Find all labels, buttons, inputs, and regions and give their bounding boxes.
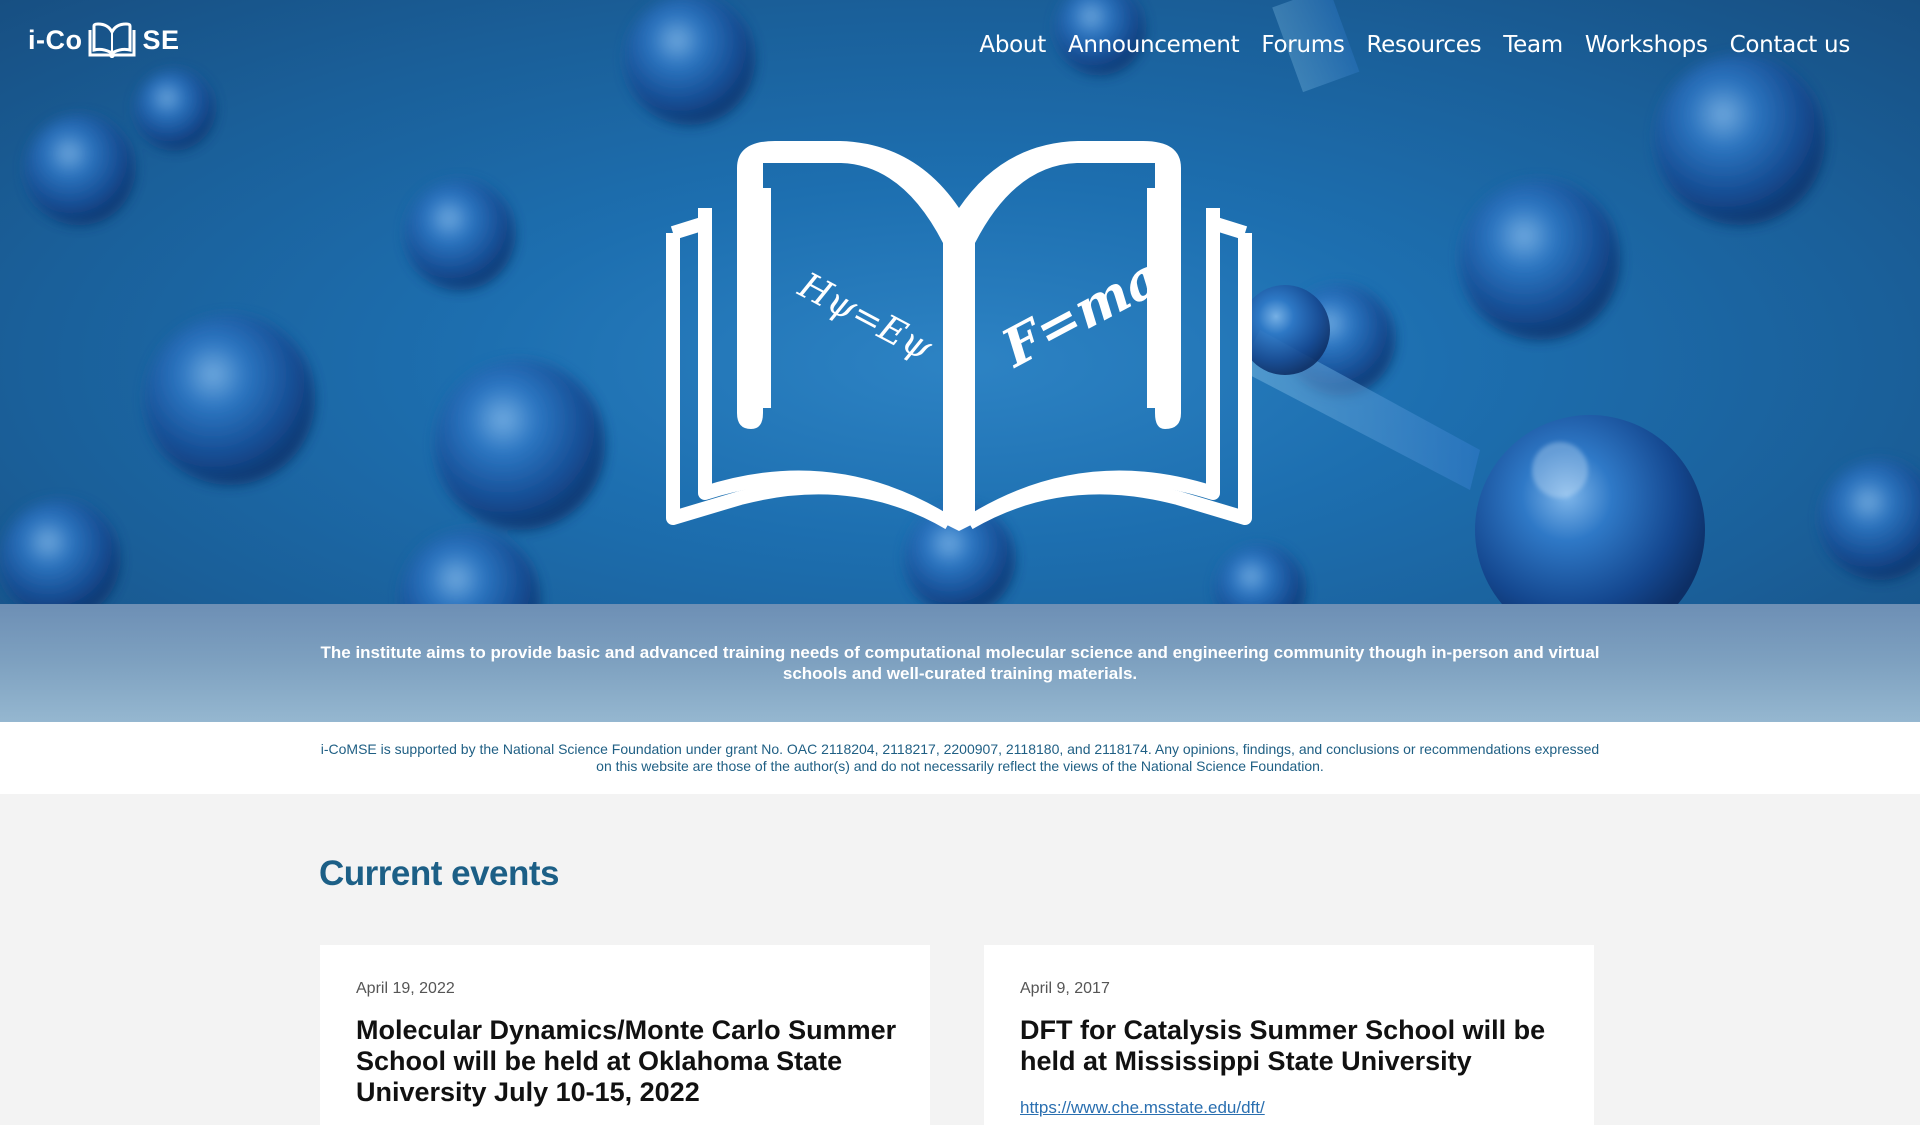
events-heading: Current events — [319, 854, 560, 893]
nav-team[interactable]: Team — [1503, 32, 1563, 58]
event-date: April 19, 2022 — [356, 980, 455, 997]
open-book-emblem-icon: Hψ=Eψ F=ma — [666, 141, 1252, 531]
event-title[interactable]: DFT for Catalysis Summer School will be … — [1020, 1015, 1565, 1077]
nav-workshops[interactable]: Workshops — [1585, 32, 1708, 58]
book-logo-icon — [88, 22, 136, 58]
nav-contact[interactable]: Contact us — [1730, 32, 1851, 58]
nav-forums[interactable]: Forums — [1261, 32, 1344, 58]
event-card[interactable]: April 19, 2022 Molecular Dynamics/Monte … — [320, 945, 930, 1125]
event-link[interactable]: https://www.che.msstate.edu/dft/ — [1020, 1098, 1265, 1118]
equation-schrodinger: Hψ=Eψ — [791, 265, 939, 370]
equation-newton: F=ma — [991, 246, 1171, 380]
logo-text-left: i-Co — [28, 24, 83, 55]
nsf-disclaimer: i-CoMSE is supported by the National Sci… — [0, 722, 1920, 794]
nav-resources[interactable]: Resources — [1367, 32, 1482, 58]
event-date: April 9, 2017 — [1020, 980, 1110, 997]
nav-about[interactable]: About — [979, 32, 1046, 58]
mission-band: The institute aims to provide basic and … — [0, 604, 1920, 722]
nsf-disclaimer-text: i-CoMSE is supported by the National Sci… — [320, 741, 1600, 774]
main-nav: About Announcement Forums Resources Team… — [979, 32, 1850, 58]
mission-text: The institute aims to provide basic and … — [320, 643, 1600, 683]
site-logo[interactable]: i-Co SE — [28, 22, 180, 58]
logo-text-right: SE — [142, 24, 180, 55]
event-title[interactable]: Molecular Dynamics/Monte Carlo Summer Sc… — [356, 1015, 901, 1108]
event-card[interactable]: April 9, 2017 DFT for Catalysis Summer S… — [984, 945, 1594, 1125]
nav-announcement[interactable]: Announcement — [1068, 32, 1240, 58]
hero-banner: i-Co SE About Announcement Forums Resour… — [0, 0, 1920, 604]
